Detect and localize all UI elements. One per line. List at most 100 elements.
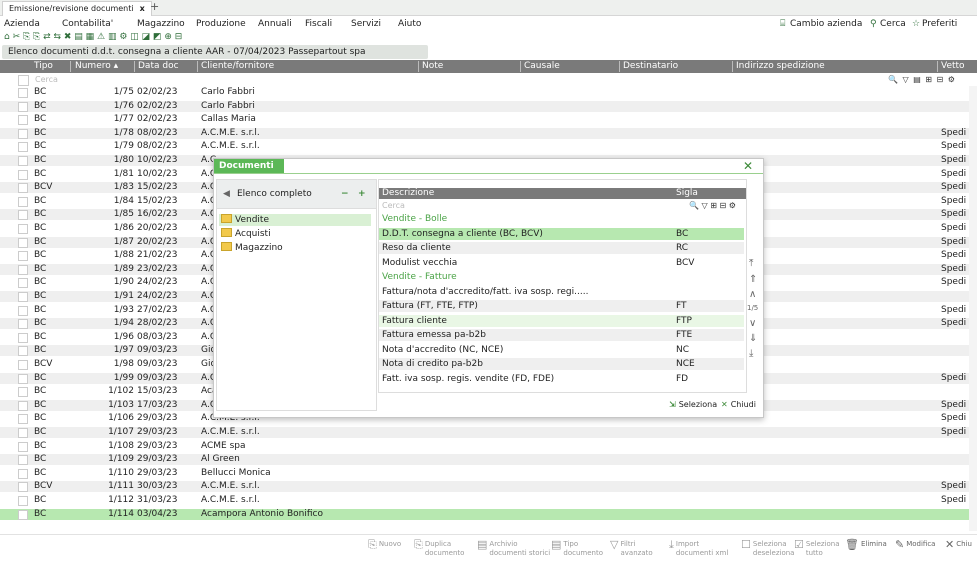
bottom-button-import-documenti[interactable]: ⤓ Import documenti xml bbox=[669, 539, 728, 558]
table-row[interactable]: BC 1/77 02/02/23 Callas Maria bbox=[0, 114, 977, 126]
table-row[interactable]: BC 1/114 03/04/23 Acampora Antonio Bonifico bbox=[0, 508, 977, 520]
row-checkbox[interactable] bbox=[18, 400, 28, 411]
page-up-icon[interactable]: ⇑ bbox=[749, 274, 757, 285]
list-search-input[interactable]: Cerca bbox=[382, 200, 405, 211]
table-row[interactable]: BCV 1/111 30/03/23 A.C.M.E. s.r.l. Spedi bbox=[0, 481, 977, 493]
table-search-input[interactable]: Cerca bbox=[35, 73, 58, 86]
row-checkbox[interactable] bbox=[18, 210, 28, 221]
row-checkbox[interactable] bbox=[18, 224, 28, 234]
row-checkbox[interactable] bbox=[18, 455, 28, 466]
preferiti-button[interactable]: Preferiti bbox=[922, 17, 957, 31]
table-row[interactable]: BC 1/75 02/02/23 Carlo Fabbri bbox=[0, 87, 977, 98]
list-item[interactable]: Reso da cliente RC bbox=[379, 242, 744, 254]
row-checkbox[interactable] bbox=[18, 88, 28, 98]
col-note[interactable]: Note bbox=[422, 60, 443, 73]
col-descrizione[interactable]: Descrizione bbox=[382, 188, 434, 199]
row-checkbox[interactable] bbox=[18, 264, 28, 275]
menu-servizi[interactable]: Servizi bbox=[351, 17, 381, 31]
bottom-button-seleziona-deseleziona[interactable]: ☐ Seleziona deseleziona bbox=[741, 539, 794, 558]
new-tab-icon[interactable]: + bbox=[150, 1, 159, 13]
cerca-button[interactable]: Cerca bbox=[880, 17, 906, 31]
table-row[interactable]: BC 1/112 31/03/23 A.C.M.E. s.r.l. Spedi bbox=[0, 495, 977, 506]
chiudi-button[interactable]: ✕ Chiudi bbox=[721, 399, 756, 411]
list-search-icons[interactable]: 🔍 ▽ ⊞ ⊟ ⚙ bbox=[689, 200, 736, 211]
list-item[interactable]: Fattura cliente FTP bbox=[379, 314, 744, 327]
list-item[interactable]: D.D.T. consegna a cliente (BC, BCV) BC bbox=[379, 227, 744, 240]
col-tipo[interactable]: Tipo bbox=[34, 60, 53, 73]
table-row[interactable]: BC 1/109 29/03/23 Al Green bbox=[0, 454, 977, 466]
bottom-button-seleziona-tutto[interactable]: ☑ Seleziona tutto bbox=[794, 539, 840, 558]
list-item[interactable]: Fatt. iva sosp. regis. vendite (FD, FDE)… bbox=[379, 373, 744, 385]
bottom-button-modifica[interactable]: ✎ Modifica bbox=[895, 539, 935, 550]
back-arrow-icon[interactable]: ◀ bbox=[223, 188, 230, 200]
row-checkbox[interactable] bbox=[18, 373, 28, 384]
row-checkbox[interactable] bbox=[18, 509, 28, 520]
collapse-icon[interactable]: − bbox=[341, 188, 349, 200]
menu-produzione[interactable]: Produzione bbox=[196, 17, 246, 31]
menu-contabilita[interactable]: Contabilita' bbox=[62, 17, 113, 31]
bottom-button-nuovo[interactable]: ⎘ Nuovo bbox=[368, 539, 401, 550]
row-checkbox[interactable] bbox=[18, 305, 28, 316]
list-item[interactable]: Fattura emessa pa-b2b FTE bbox=[379, 329, 744, 341]
col-causale[interactable]: Causale bbox=[524, 60, 560, 73]
cambio-azienda-button[interactable]: Cambio azienda bbox=[790, 17, 862, 31]
list-section-header[interactable]: Vendite - Bolle bbox=[379, 213, 744, 225]
table-search-icons[interactable]: 🔍 ▽ ▤ ⊞ ⊟ ⚙ bbox=[888, 73, 956, 86]
col-data[interactable]: Data doc bbox=[138, 60, 179, 73]
list-item[interactable]: Nota d'accredito (NC, NCE) NC bbox=[379, 344, 744, 356]
tree-item-magazzino[interactable]: Magazzino bbox=[221, 242, 283, 254]
row-checkbox[interactable] bbox=[18, 468, 28, 479]
row-checkbox[interactable] bbox=[18, 278, 28, 289]
down-icon[interactable]: ∨ bbox=[749, 318, 756, 329]
menu-magazzino[interactable]: Magazzino bbox=[137, 17, 185, 31]
col-cliente[interactable]: Cliente/fornitore bbox=[201, 60, 274, 73]
select-all-checkbox[interactable] bbox=[18, 75, 29, 86]
table-row[interactable]: BC 1/78 08/02/23 A.C.M.E. s.r.l. Spedi bbox=[0, 127, 977, 139]
row-checkbox[interactable] bbox=[18, 142, 28, 153]
bottom-button-filtri-avanzato[interactable]: ▽ Filtri avanzato bbox=[610, 539, 653, 558]
table-row[interactable]: BC 1/79 08/02/23 A.C.M.E. s.r.l. Spedi bbox=[0, 141, 977, 153]
menu-annuali[interactable]: Annuali bbox=[258, 17, 292, 31]
row-checkbox[interactable] bbox=[18, 482, 28, 493]
row-checkbox[interactable] bbox=[18, 169, 28, 180]
list-item[interactable]: Fattura/nota d'accredito/fatt. iva sosp.… bbox=[379, 286, 744, 298]
bottom-button-tipo-documento[interactable]: ▤ Tipo documento bbox=[551, 539, 603, 558]
table-row[interactable]: BC 1/108 29/03/23 ACME spa bbox=[0, 441, 977, 452]
row-checkbox[interactable] bbox=[18, 428, 28, 438]
first-page-icon[interactable]: ⤒ bbox=[749, 258, 753, 269]
row-checkbox[interactable] bbox=[18, 346, 28, 357]
list-item[interactable]: Nota di credito pa-b2b NCE bbox=[379, 358, 744, 370]
row-checkbox[interactable] bbox=[18, 292, 28, 302]
row-checkbox[interactable] bbox=[18, 319, 28, 330]
row-checkbox[interactable] bbox=[18, 496, 28, 506]
tree-item-acquisti[interactable]: Acquisti bbox=[221, 228, 271, 240]
tab-emissione-documenti[interactable]: Emissione/revisione documenti x bbox=[2, 1, 152, 16]
row-checkbox[interactable] bbox=[18, 414, 28, 425]
row-checkbox[interactable] bbox=[18, 101, 28, 112]
col-numero[interactable]: Numero ▴ bbox=[75, 60, 118, 73]
menu-aiuto[interactable]: Aiuto bbox=[398, 17, 421, 31]
menu-azienda[interactable]: Azienda bbox=[4, 17, 40, 31]
row-checkbox[interactable] bbox=[18, 128, 28, 139]
toolbar-icons[interactable]: ⌂ ✂ ⎘ ⎘ ⇄ ⇆ ✖ ▤ ▦ ⚠ ▥ ⚙ ◫ ◪ ◩ ⊕ ⊟ bbox=[4, 31, 182, 44]
bottom-button-elimina[interactable]: 🗑 Elimina bbox=[845, 539, 887, 550]
row-checkbox[interactable] bbox=[18, 360, 28, 370]
menu-fiscali[interactable]: Fiscali bbox=[305, 17, 332, 31]
row-checkbox[interactable] bbox=[18, 332, 28, 343]
dialog-close-icon[interactable]: ✕ bbox=[743, 159, 753, 173]
table-row[interactable]: BC 1/107 29/03/23 A.C.M.E. s.r.l. Spedi bbox=[0, 427, 977, 438]
row-checkbox[interactable] bbox=[18, 183, 28, 194]
row-checkbox[interactable] bbox=[18, 251, 28, 262]
expand-icon[interactable]: + bbox=[358, 188, 366, 200]
col-vetto[interactable]: Vetto bbox=[941, 60, 965, 73]
row-checkbox[interactable] bbox=[18, 441, 28, 452]
page-down-icon[interactable]: ⇓ bbox=[749, 333, 757, 344]
col-sigla[interactable]: Sigla bbox=[676, 188, 698, 199]
list-section-header[interactable]: Vendite - Fatture bbox=[379, 271, 744, 283]
row-checkbox[interactable] bbox=[18, 237, 28, 248]
row-checkbox[interactable] bbox=[18, 115, 28, 126]
list-item[interactable]: Modulist vecchia BCV bbox=[379, 257, 744, 269]
col-indirizzo[interactable]: Indirizzo spedizione bbox=[736, 60, 825, 73]
row-checkbox[interactable] bbox=[18, 156, 28, 166]
table-row[interactable]: BC 1/110 29/03/23 Bellucci Monica bbox=[0, 468, 977, 479]
